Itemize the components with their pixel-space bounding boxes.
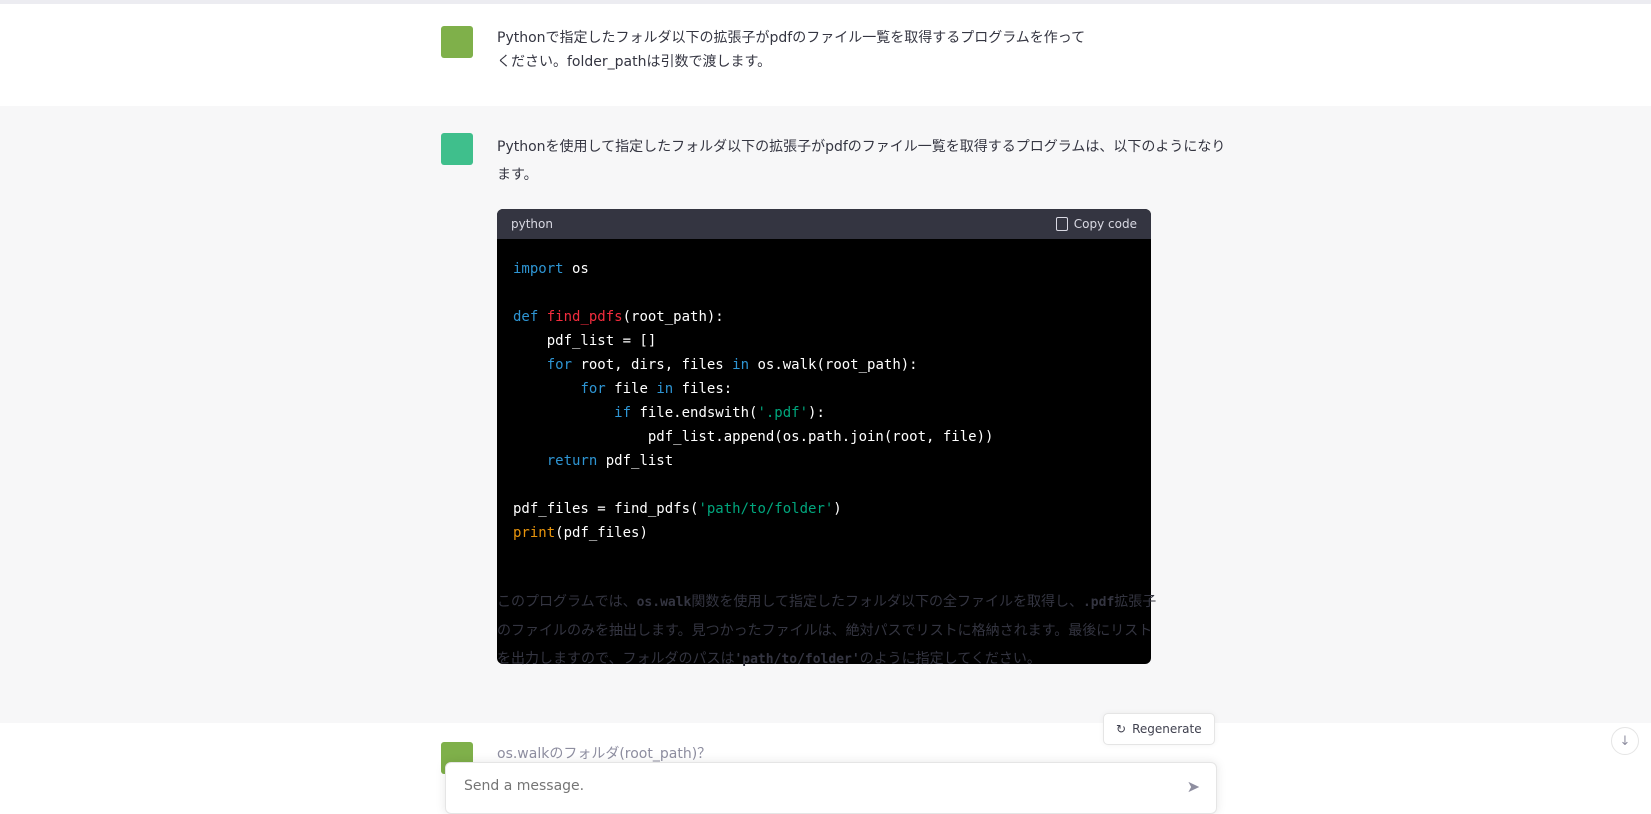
code-text: os bbox=[563, 261, 589, 277]
code-line-7: if file.endswith('.pdf'): bbox=[513, 401, 1135, 425]
code-text: files: bbox=[673, 381, 733, 397]
code-keyword: for bbox=[546, 357, 573, 373]
regenerate-button[interactable]: ↻ Regenerate bbox=[1103, 713, 1215, 745]
explain-text: 関数を使用して指定したフォルダ以下の全ファイルを取得し、 bbox=[691, 594, 1083, 610]
code-text: ): bbox=[808, 405, 825, 421]
code-text: file bbox=[605, 381, 657, 397]
copy-code-button[interactable]: Copy code bbox=[1055, 217, 1137, 231]
assistant-message: Pythonを使用して指定したフォルダ以下の拡張子がpdfのファイル一覧を取得す… bbox=[0, 106, 1651, 723]
code-line-5: for root, dirs, files in os.walk(root_pa… bbox=[513, 353, 1135, 377]
message-composer: ➤ bbox=[445, 762, 1217, 814]
code-line-11: pdf_files = find_pdfs('path/to/folder') bbox=[513, 497, 1135, 521]
code-text: (pdf_files) bbox=[555, 525, 648, 541]
inline-code: .pdf bbox=[1082, 595, 1115, 610]
user-message-text: Pythonで指定したフォルダ以下の拡張子がpdfのファイル一覧を取得するプログ… bbox=[497, 30, 1086, 70]
inline-code: 'path/to/folder' bbox=[734, 652, 860, 667]
explain-text: このプログラムでは、 bbox=[497, 594, 637, 610]
code-line-12: print(pdf_files) bbox=[513, 521, 1135, 545]
code-text: os.walk(root_path): bbox=[749, 357, 918, 373]
copy-icon bbox=[1055, 217, 1068, 231]
code-string: 'path/to/folder' bbox=[698, 501, 834, 517]
code-text: ) bbox=[833, 501, 842, 517]
code-line-1: import os bbox=[513, 257, 1135, 281]
code-line-6: for file in files: bbox=[513, 377, 1135, 401]
code-text: pdf_list.append(os.path.join(root, file)… bbox=[513, 429, 994, 445]
code-text: pdf_list = [] bbox=[513, 333, 657, 349]
code-function-name: find_pdfs bbox=[546, 309, 623, 325]
assistant-explanation: このプログラムでは、os.walk関数を使用して指定したフォルダ以下の全ファイル… bbox=[497, 588, 1157, 674]
user-avatar bbox=[441, 26, 473, 58]
code-keyword: in bbox=[732, 357, 750, 373]
regenerate-label: Regenerate bbox=[1132, 722, 1202, 736]
explain-text: のように指定してください。 bbox=[859, 651, 1041, 667]
code-keyword: import bbox=[513, 261, 564, 277]
assistant-intro-text: Pythonを使用して指定したフォルダ以下の拡張子がpdfのファイル一覧を取得す… bbox=[497, 139, 1226, 183]
code-text: root, dirs, files bbox=[572, 357, 733, 373]
inline-code: os.walk bbox=[636, 595, 692, 610]
code-keyword: for bbox=[580, 381, 606, 397]
scroll-down-button[interactable]: ↓ bbox=[1611, 727, 1639, 755]
code-language-label: python bbox=[511, 217, 553, 231]
code-keyword: in bbox=[656, 381, 674, 397]
code-keyword: if bbox=[614, 405, 632, 421]
code-header: python Copy code bbox=[497, 209, 1151, 239]
next-user-message-text: os.walkのフォルダ(root_path)？ bbox=[497, 746, 712, 762]
code-text: pdf_files = find_pdfs( bbox=[513, 501, 699, 517]
code-text: file.endswith( bbox=[631, 405, 758, 421]
code-text: pdf_list bbox=[597, 453, 674, 469]
code-builtin: print bbox=[513, 525, 556, 541]
send-icon[interactable]: ➤ bbox=[1187, 777, 1200, 796]
assistant-avatar bbox=[441, 133, 473, 165]
arrow-down-icon: ↓ bbox=[1619, 733, 1631, 749]
message-input[interactable] bbox=[462, 773, 1166, 799]
code-keyword: return bbox=[546, 453, 598, 469]
code-keyword: def bbox=[513, 309, 539, 325]
copy-code-label: Copy code bbox=[1073, 217, 1137, 231]
refresh-icon: ↻ bbox=[1116, 722, 1127, 736]
code-line-3: def find_pdfs(root_path): bbox=[513, 305, 1135, 329]
code-body: import os def find_pdfs(root_path): pdf_… bbox=[497, 239, 1151, 563]
user-message: Pythonで指定したフォルダ以下の拡張子がpdfのファイル一覧を取得するプログ… bbox=[0, 4, 1651, 106]
code-line-9: return pdf_list bbox=[513, 449, 1135, 473]
code-text: (root_path): bbox=[622, 309, 724, 325]
code-line-8: pdf_list.append(os.path.join(root, file)… bbox=[513, 425, 1135, 449]
code-line-4: pdf_list = [] bbox=[513, 329, 1135, 353]
code-string: '.pdf' bbox=[757, 405, 809, 421]
